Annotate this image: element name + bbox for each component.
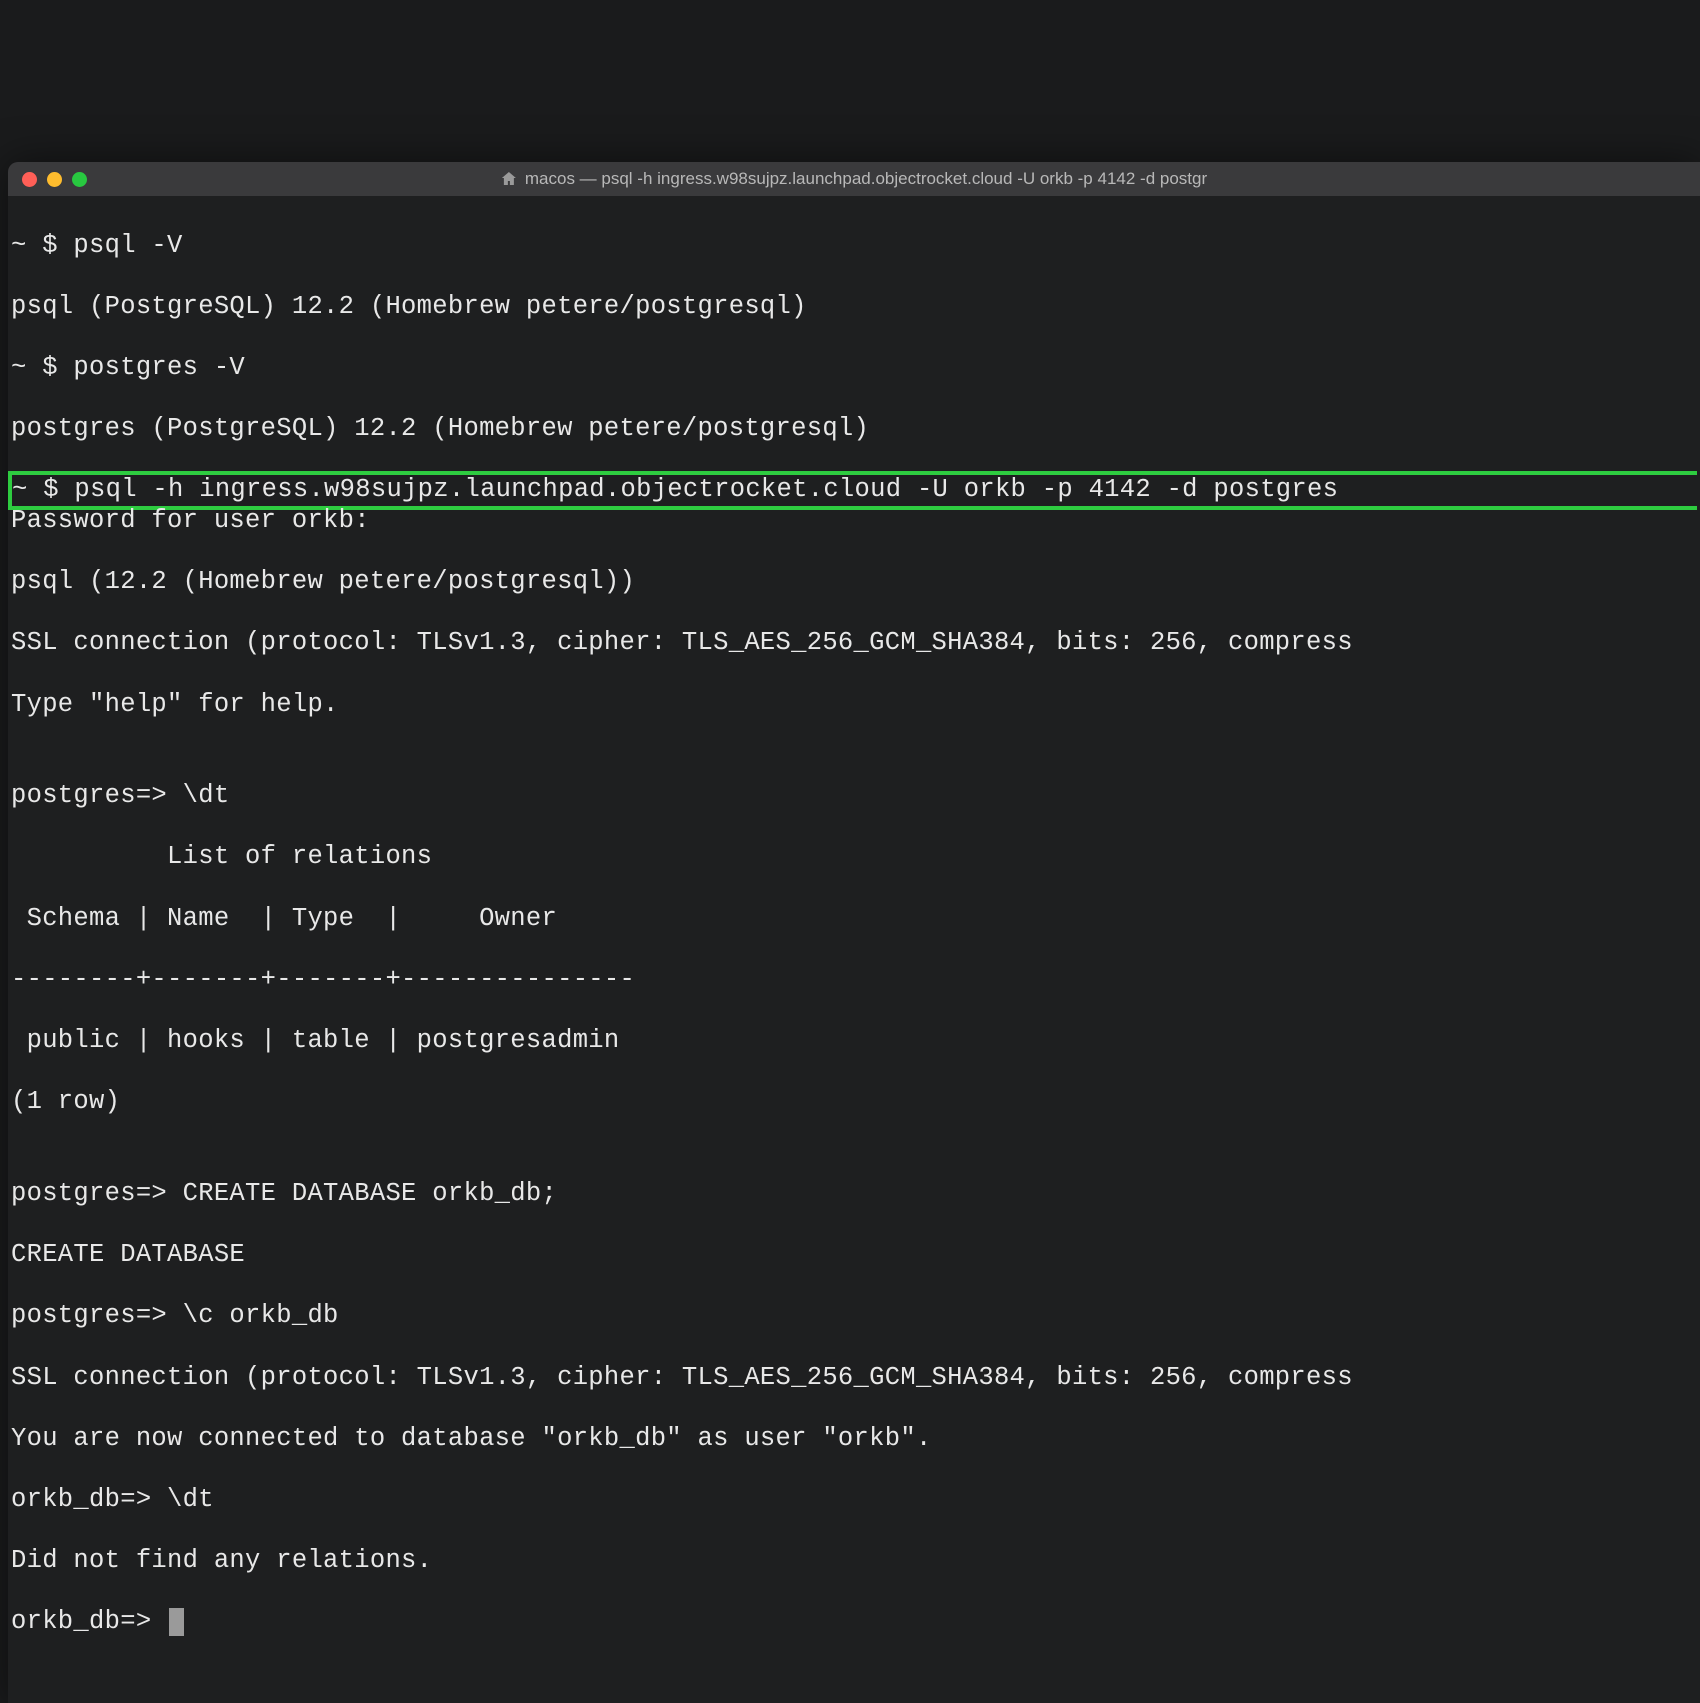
terminal-window: macos — psql -h ingress.w98sujpz.launchp…	[8, 162, 1700, 1703]
table-divider: --------+-------+-------+---------------	[11, 965, 1697, 996]
table-row: public | hooks | table | postgresadmin	[11, 1026, 1697, 1057]
terminal-line: Password for user orkb:	[11, 506, 1697, 537]
terminal-line: postgres=> \c orkb_db	[11, 1301, 1697, 1332]
terminal-line: psql (PostgreSQL) 12.2 (Homebrew petere/…	[11, 292, 1697, 323]
terminal-line: postgres (PostgreSQL) 12.2 (Homebrew pet…	[11, 414, 1697, 445]
prompt-line: orkb_db=>	[11, 1607, 1697, 1638]
window-title: macos — psql -h ingress.w98sujpz.launchp…	[501, 169, 1207, 189]
window-title-text: macos — psql -h ingress.w98sujpz.launchp…	[525, 169, 1207, 189]
maximize-button[interactable]	[72, 172, 87, 187]
terminal-line: (1 row)	[11, 1087, 1697, 1118]
terminal-line: orkb_db=> \dt	[11, 1485, 1697, 1516]
terminal-line: psql (12.2 (Homebrew petere/postgresql))	[11, 567, 1697, 598]
cursor	[169, 1608, 184, 1636]
home-icon	[501, 171, 517, 187]
highlighted-command-line: ~ $ psql -h ingress.w98sujpz.launchpad.o…	[8, 471, 1697, 510]
terminal-line: Did not find any relations.	[11, 1546, 1697, 1577]
terminal-output[interactable]: ~ $ psql -V psql (PostgreSQL) 12.2 (Home…	[8, 196, 1700, 1703]
terminal-line: ~ $ psql -V	[11, 231, 1697, 262]
close-button[interactable]	[22, 172, 37, 187]
traffic-lights	[22, 172, 87, 187]
minimize-button[interactable]	[47, 172, 62, 187]
terminal-line: Type "help" for help.	[11, 690, 1697, 721]
terminal-line: CREATE DATABASE	[11, 1240, 1697, 1271]
terminal-line: SSL connection (protocol: TLSv1.3, ciphe…	[11, 1363, 1697, 1394]
terminal-line: postgres=> \dt	[11, 781, 1697, 812]
terminal-line: postgres=> CREATE DATABASE orkb_db;	[11, 1179, 1697, 1210]
prompt-text: orkb_db=>	[11, 1607, 167, 1636]
table-header: Schema | Name | Type | Owner	[11, 904, 1697, 935]
terminal-line: ~ $ postgres -V	[11, 353, 1697, 384]
terminal-line: List of relations	[11, 842, 1697, 873]
terminal-line: ~ $ psql -h ingress.w98sujpz.launchpad.o…	[12, 475, 1338, 504]
window-titlebar[interactable]: macos — psql -h ingress.w98sujpz.launchp…	[8, 162, 1700, 196]
terminal-line: You are now connected to database "orkb_…	[11, 1424, 1697, 1455]
terminal-line: SSL connection (protocol: TLSv1.3, ciphe…	[11, 628, 1697, 659]
